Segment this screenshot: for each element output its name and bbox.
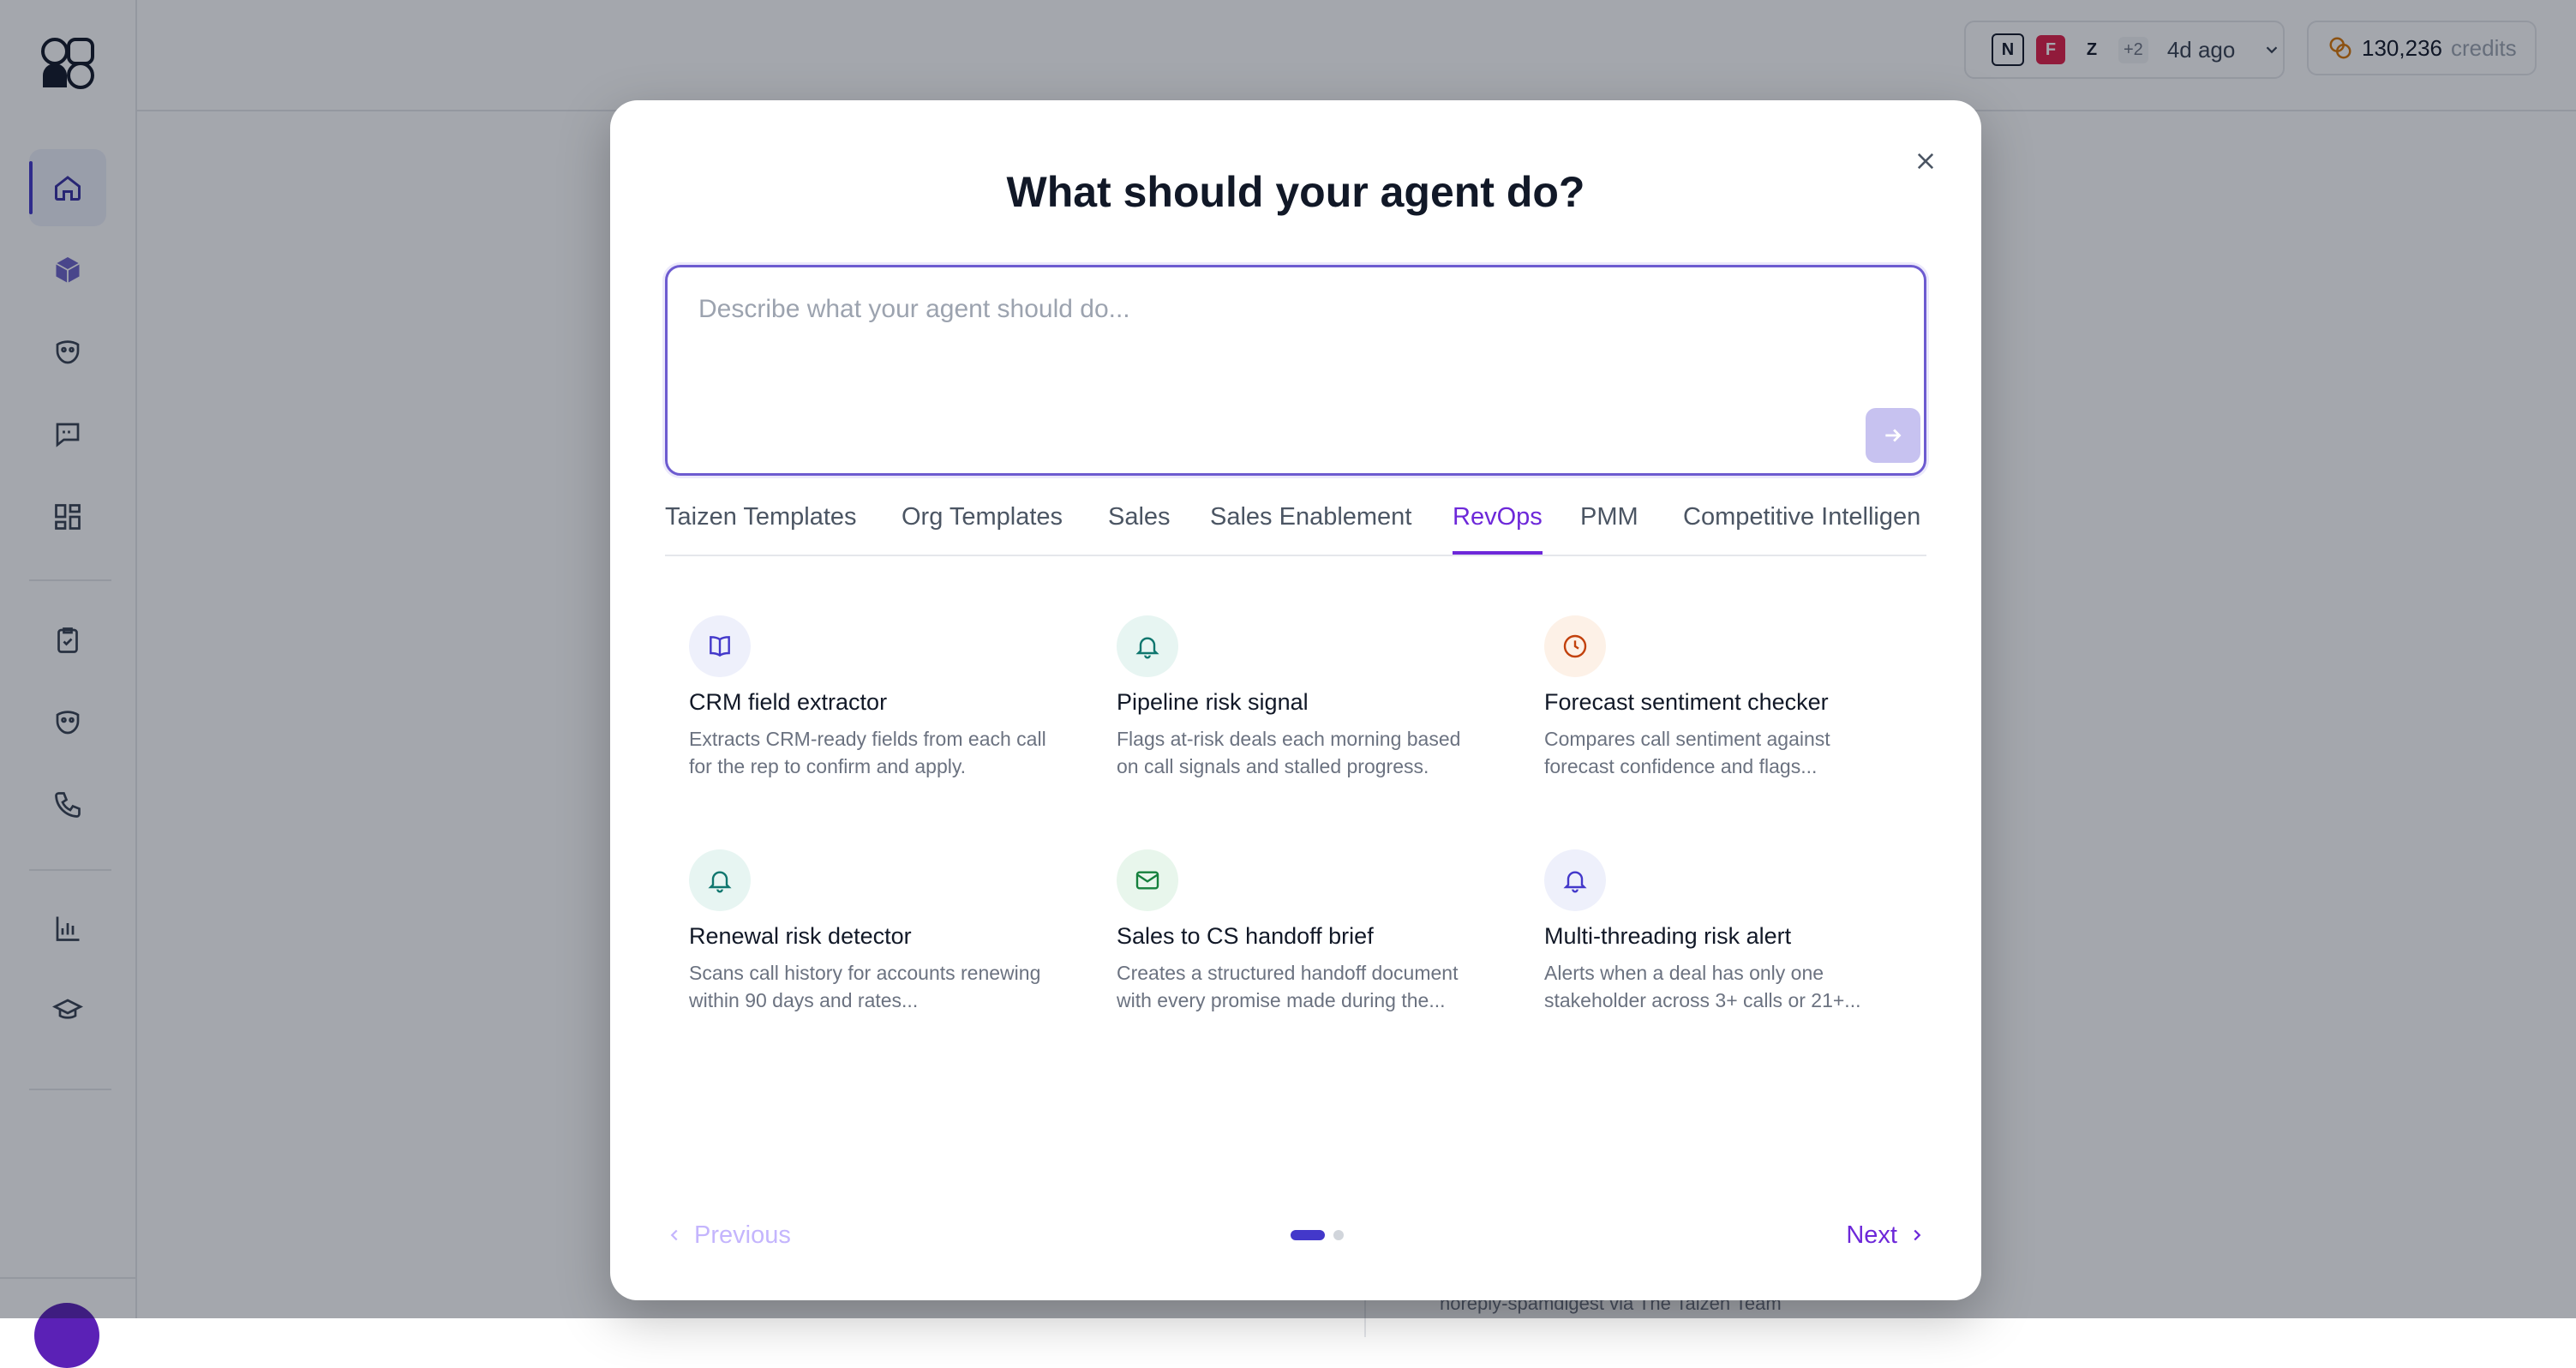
template-card[interactable]: Multi-threading risk alert Alerts when a… <box>1544 849 1921 1038</box>
template-card[interactable]: Pipeline risk signal Flags at-risk deals… <box>1117 615 1494 804</box>
card-title: Forecast sentiment checker <box>1544 689 1829 715</box>
book-icon <box>710 636 730 657</box>
modal-title: What should your agent do? <box>1006 168 1585 216</box>
card-icon <box>1117 849 1178 911</box>
card-icon <box>689 615 751 677</box>
template-card[interactable]: Renewal risk detector Scans call history… <box>689 849 1066 1038</box>
bell-icon <box>1563 871 1587 893</box>
bell-icon <box>1135 637 1159 659</box>
card-icon <box>1117 615 1178 677</box>
template-card[interactable]: Sales to CS handoff brief Creates a stru… <box>1117 849 1494 1038</box>
next-label: Next <box>1846 1221 1897 1249</box>
tab-pmm[interactable]: PMM <box>1580 503 1638 553</box>
card-description: Extracts CRM-ready fields from each call… <box>689 728 1046 777</box>
card-title: Multi-threading risk alert <box>1544 923 1792 949</box>
template-card[interactable]: Forecast sentiment checker Compares call… <box>1544 615 1921 804</box>
card-icon <box>1544 615 1606 677</box>
template-card[interactable]: CRM field extractor Extracts CRM-ready f… <box>689 615 1066 804</box>
mail-icon <box>1135 871 1159 890</box>
chevron-right-icon <box>1914 1229 1921 1241</box>
card-description: Compares call sentiment against forecast… <box>1544 728 1830 777</box>
page-dot[interactable] <box>1333 1230 1344 1240</box>
previous-button[interactable]: Previous <box>665 1218 791 1252</box>
agent-description-input[interactable] <box>697 293 1866 399</box>
tab-sales[interactable]: Sales <box>1108 503 1171 553</box>
chevron-left-icon <box>670 1229 678 1241</box>
page-dot-active[interactable] <box>1291 1230 1325 1240</box>
tab-sales-enablement[interactable]: Sales Enablement <box>1210 503 1411 553</box>
card-description: Scans call history for accounts renewing… <box>689 962 1041 1011</box>
card-description: Creates a structured handoff document wi… <box>1117 962 1459 1011</box>
tab-competitive-intelligence[interactable]: Competitive Intelligen <box>1683 503 1920 553</box>
card-title: CRM field extractor <box>689 689 888 715</box>
card-title: Renewal risk detector <box>689 923 912 949</box>
card-description: Flags at-risk deals each morning based o… <box>1117 728 1461 777</box>
card-title: Pipeline risk signal <box>1117 689 1309 715</box>
tab-org-templates[interactable]: Org Templates <box>902 503 1063 553</box>
template-category-tabs: Taizen Templates Org Templates Sales Sal… <box>665 503 1926 556</box>
prompt-box <box>665 265 1926 476</box>
next-button[interactable]: Next <box>1846 1218 1926 1252</box>
tab-revops[interactable]: RevOps <box>1453 503 1543 555</box>
submit-button[interactable] <box>1866 408 1920 463</box>
bell-icon <box>708 871 732 893</box>
create-agent-modal: What should your agent do? Taizen Templa… <box>610 100 1981 1300</box>
card-icon <box>689 849 751 911</box>
card-description: Alerts when a deal has only one stakehol… <box>1544 962 1861 1011</box>
previous-label: Previous <box>694 1221 791 1249</box>
tab-taizen-templates[interactable]: Taizen Templates <box>665 503 857 553</box>
card-title: Sales to CS handoff brief <box>1117 923 1374 949</box>
arrow-right-icon <box>1885 429 1902 442</box>
card-icon <box>1544 849 1606 911</box>
page-indicator <box>1291 1230 1344 1240</box>
clock-icon <box>1563 634 1587 658</box>
